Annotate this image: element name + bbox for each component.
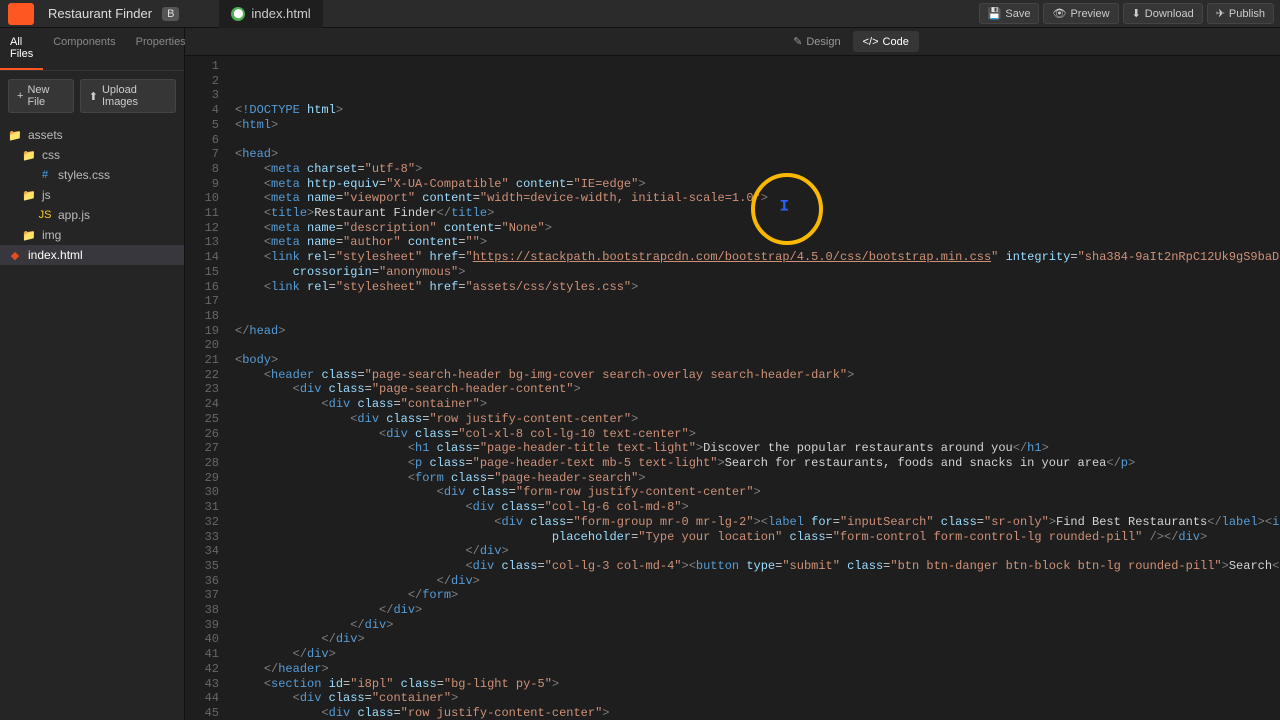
new-file-button[interactable]: +New File [8,79,74,113]
editor-toolbar: ✎Design </>Code ↶ ↷ 👁 ✎ ☰ ? [185,28,1280,56]
top-actions: 💾Save 👁Preview ⬇Download ✈Publish [979,3,1280,24]
code-mode-button[interactable]: </>Code [853,31,919,52]
css-icon: # [38,169,52,181]
eye-icon: 👁 [1052,7,1066,20]
tree-item[interactable]: 📁 img [0,225,184,245]
download-button[interactable]: ⬇Download [1123,3,1203,24]
js-icon: JS [38,209,52,221]
main: All Files Components Properties +New Fil… [0,28,1280,720]
folder-icon: 📁 [22,189,36,202]
tab-filename: index.html [251,6,310,21]
sidebar-tabs: All Files Components Properties [0,28,184,71]
sidebar-tab-files[interactable]: All Files [0,28,43,70]
tree-item[interactable]: 📁 js [0,185,184,205]
tree-item-label: img [42,228,61,242]
save-button[interactable]: 💾Save [979,3,1040,24]
file-tab[interactable]: ⬤ index.html [219,0,322,28]
tree-item-label: assets [28,128,63,142]
tree-item[interactable]: JS app.js [0,205,184,225]
project-name[interactable]: Restaurant Finder [42,6,158,21]
tree-item[interactable]: ◆ index.html [0,245,184,265]
code-area[interactable]: 1234567891011121314151617181920212223242… [185,56,1280,720]
top-bar: Restaurant Finder B ⬤ index.html 💾Save 👁… [0,0,1280,28]
tree-item-label: css [42,148,60,162]
upload-icon: ⬆ [89,90,98,103]
preview-button[interactable]: 👁Preview [1043,3,1118,24]
badge: B [162,7,179,21]
save-icon: 💾 [988,7,1002,20]
editor-pane: ✎Design </>Code ↶ ↷ 👁 ✎ ☰ ? 123456789101… [185,28,1280,720]
globe-icon: ⬤ [231,7,245,21]
sidebar-tab-components[interactable]: Components [43,28,125,70]
publish-button[interactable]: ✈Publish [1207,3,1274,24]
tree-item[interactable]: # styles.css [0,165,184,185]
plus-icon: + [17,90,23,102]
code-icon: </> [863,36,879,48]
publish-icon: ✈ [1216,7,1225,20]
sidebar-actions: +New File ⬆Upload Images [0,71,184,121]
design-mode-button[interactable]: ✎Design [783,31,850,52]
tree-item-label: index.html [28,248,83,262]
folder-icon: 📁 [8,129,22,142]
tree-item-label: styles.css [58,168,110,182]
code-content[interactable]: <!DOCTYPE html><html> <head> <meta chars… [227,56,1280,720]
folder-icon: 📁 [22,149,36,162]
mode-switch: ✎Design </>Code [783,31,919,52]
sidebar: All Files Components Properties +New Fil… [0,28,185,720]
upload-images-button[interactable]: ⬆Upload Images [80,79,176,113]
folder-icon: 📁 [22,229,36,242]
html-icon: ◆ [8,249,22,262]
tree-item[interactable]: 📁 css [0,145,184,165]
tree-item[interactable]: 📁 assets [0,125,184,145]
file-tree: 📁 assets 📁 css # styles.css 📁 js JS app.js 📁 img ◆ in… [0,121,184,269]
app-logo-icon[interactable] [8,3,34,25]
pencil-icon: ✎ [793,35,802,48]
line-gutter: 1234567891011121314151617181920212223242… [185,56,227,720]
tree-item-label: js [42,188,51,202]
download-icon: ⬇ [1132,7,1141,20]
tree-item-label: app.js [58,208,90,222]
